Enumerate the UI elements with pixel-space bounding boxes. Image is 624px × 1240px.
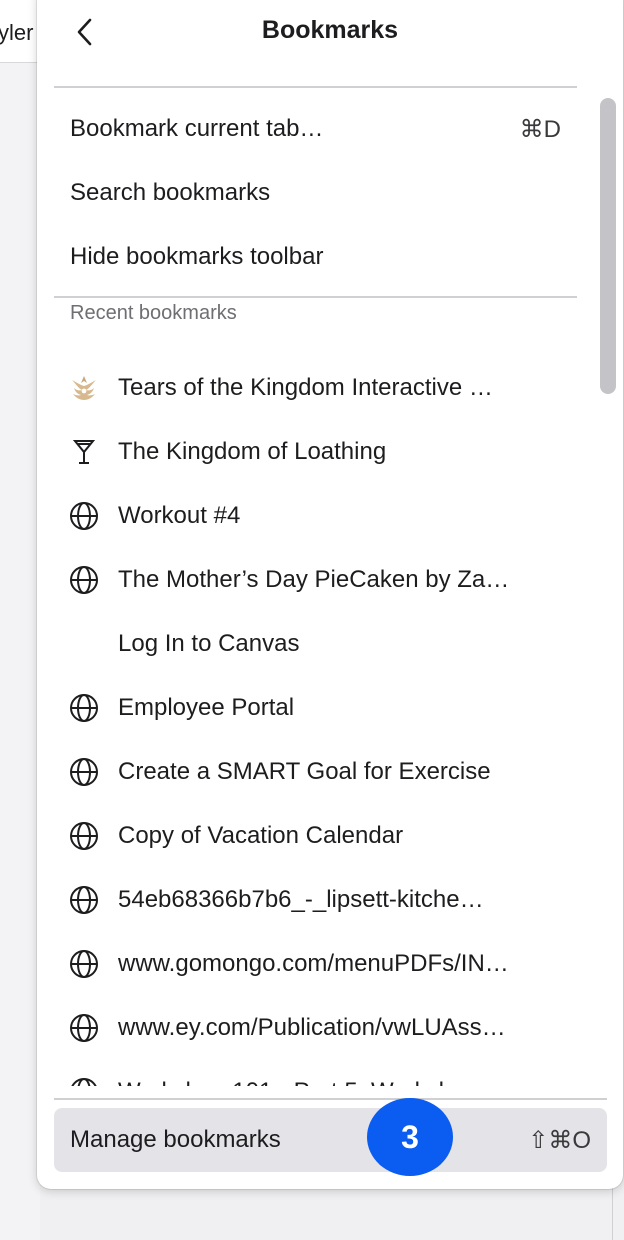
bookmark-item[interactable]: 54eb68366b7b6_-_lipsett-kitche…: [54, 870, 577, 930]
bookmark-label: Employee Portal: [118, 694, 295, 721]
globe-icon: [68, 756, 100, 788]
bookmark-label: www.gomongo.com/menuPDFs/IN…: [118, 950, 509, 977]
bookmark-item[interactable]: The Mother’s Day PieCaken by Za…: [54, 550, 577, 610]
hide-bookmarks-toolbar-item[interactable]: Hide bookmarks toolbar: [54, 227, 577, 287]
search-bookmarks-item[interactable]: Search bookmarks: [54, 163, 577, 223]
background-tab[interactable]: yler: [0, 0, 40, 63]
globe-icon: [68, 1012, 100, 1044]
globe-icon: [68, 948, 100, 980]
bookmark-item[interactable]: Tears of the Kingdom Interactive …: [54, 358, 577, 418]
bookmark-item[interactable]: www.ey.com/Publication/vwLUAss…: [54, 998, 577, 1058]
globe-icon: [68, 1076, 100, 1086]
divider: [54, 86, 577, 88]
bookmark-label: 54eb68366b7b6_-_lipsett-kitche…: [118, 886, 484, 913]
bookmark-item[interactable]: The Kingdom of Loathing: [54, 422, 577, 482]
background-window: [0, 0, 40, 1240]
menu-item-label: Search bookmarks: [70, 179, 271, 206]
bookmark-label: Log In to Canvas: [118, 630, 300, 657]
bookmark-current-tab-item[interactable]: Bookmark current tab… ⌘D: [54, 99, 577, 159]
globe-icon: [68, 820, 100, 852]
bookmark-item[interactable]: Employee Portal: [54, 678, 577, 738]
scrollbar-thumb[interactable]: [600, 98, 616, 394]
martini-glass-icon: [68, 436, 100, 468]
bookmark-item[interactable]: Workout #4: [54, 486, 577, 546]
globe-icon: [68, 692, 100, 724]
bookmark-label: Workout #4: [118, 502, 241, 529]
bookmarks-panel: Bookmarks Bookmark current tab… ⌘D Searc…: [37, 0, 623, 1189]
step-badge: 3: [367, 1098, 453, 1176]
divider: [54, 1098, 607, 1100]
bookmark-label: Copy of Vacation Calendar: [118, 822, 404, 849]
shortcut-label: ⇧⌘O: [528, 1127, 591, 1154]
bookmark-label: www.ey.com/Publication/vwLUAss…: [118, 1014, 506, 1041]
background-divider: [612, 1188, 613, 1240]
panel-title: Bookmarks: [261, 16, 399, 44]
globe-icon: [68, 884, 100, 916]
bookmark-label: Workshop 101 - Part 5: Workshop…: [118, 1078, 503, 1086]
bookmark-label: The Kingdom of Loathing: [118, 438, 387, 465]
bookmark-item[interactable]: Create a SMART Goal for Exercise: [54, 742, 577, 802]
bookmark-item[interactable]: Log In to Canvas: [54, 614, 577, 674]
globe-icon: [68, 564, 100, 596]
shortcut-label: ⌘D: [519, 115, 561, 143]
background-tab-label: yler: [0, 20, 34, 45]
panel-header: Bookmarks: [37, 0, 623, 72]
crest-favicon-icon: [68, 372, 100, 404]
recent-bookmarks-list: Tears of the Kingdom Interactive … The K…: [37, 328, 597, 1086]
globe-icon: [68, 500, 100, 532]
bookmark-item[interactable]: Copy of Vacation Calendar: [54, 806, 577, 866]
menu-item-label: Hide bookmarks toolbar: [70, 243, 324, 270]
manage-bookmarks-button[interactable]: Manage bookmarks ⇧⌘O: [54, 1108, 607, 1172]
manage-bookmarks-label: Manage bookmarks: [70, 1126, 281, 1153]
bookmark-item[interactable]: Workshop 101 - Part 5: Workshop…: [54, 1062, 577, 1086]
bookmark-label: The Mother’s Day PieCaken by Za…: [118, 566, 510, 593]
bookmark-item[interactable]: www.gomongo.com/menuPDFs/IN…: [54, 934, 577, 994]
menu-item-label: Bookmark current tab…: [70, 115, 324, 142]
divider: [54, 296, 577, 298]
bookmark-label: Create a SMART Goal for Exercise: [118, 758, 491, 785]
bookmark-label: Tears of the Kingdom Interactive …: [118, 374, 493, 401]
recent-bookmarks-heading: Recent bookmarks: [70, 302, 237, 324]
